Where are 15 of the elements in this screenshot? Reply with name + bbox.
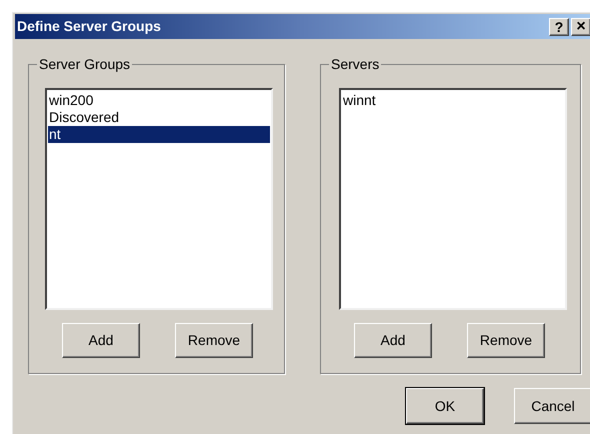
list-box[interactable]: win200 Discovered nt — [45, 88, 273, 310]
list-item[interactable]: winnt — [342, 92, 564, 109]
list-item[interactable]: Discovered — [48, 109, 270, 126]
list-box[interactable]: winnt — [339, 88, 567, 310]
add-button[interactable]: Add — [354, 323, 432, 358]
window-title: Define Server Groups — [17, 17, 161, 36]
ok-button[interactable]: OK — [406, 388, 484, 424]
close-button[interactable]: × — [571, 18, 590, 36]
add-button[interactable]: Add — [62, 323, 140, 358]
list-item[interactable]: nt — [48, 126, 270, 143]
help-button[interactable]: ? — [549, 18, 569, 36]
remove-button[interactable]: Remove — [175, 323, 253, 358]
list-item[interactable]: win200 — [48, 92, 270, 109]
cancel-button[interactable]: Cancel — [514, 388, 590, 424]
remove-button[interactable]: Remove — [467, 323, 545, 358]
